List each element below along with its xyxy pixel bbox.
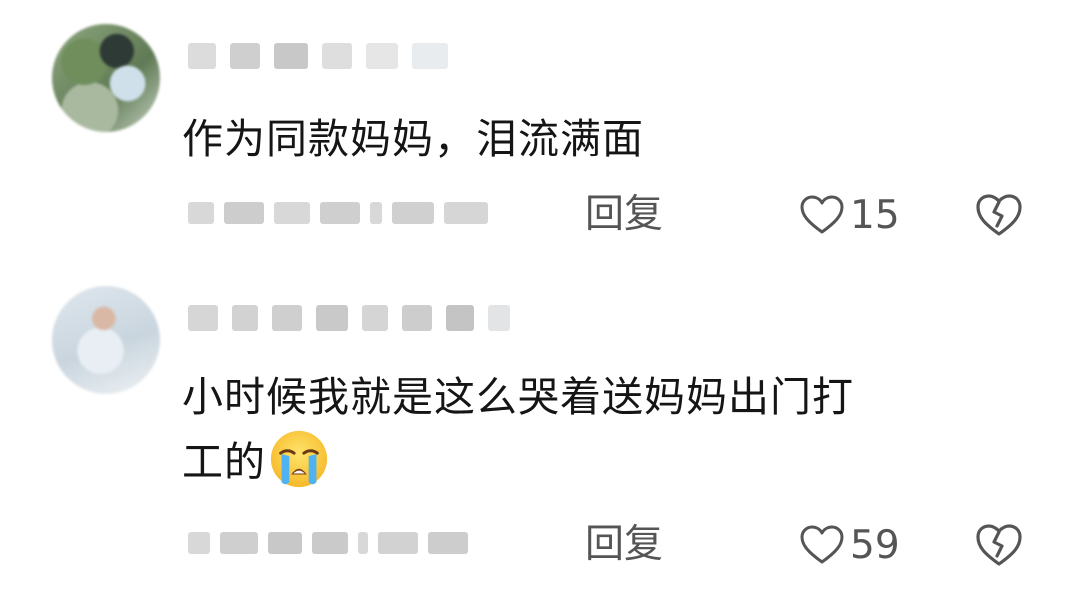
loudly-crying-face-emoji — [270, 430, 328, 488]
blurred-text — [370, 202, 382, 224]
comment-text: 作为同款妈妈，泪流满面 — [182, 115, 644, 163]
like-count: 59 — [850, 522, 900, 568]
timestamp-blurred — [188, 532, 468, 554]
heart-outline-icon — [800, 525, 844, 564]
blurred-text — [362, 305, 388, 331]
reply-button[interactable]: 回复 — [585, 520, 663, 570]
blurred-text — [188, 305, 218, 331]
blurred-text — [268, 532, 302, 554]
dislike-button[interactable] — [975, 522, 1023, 568]
blurred-text — [224, 202, 264, 224]
blurred-text — [188, 43, 216, 69]
blurred-text — [320, 202, 360, 224]
blurred-text — [316, 305, 348, 331]
blurred-text — [392, 202, 434, 224]
blurred-text — [274, 43, 308, 69]
blurred-text — [232, 305, 258, 331]
blurred-text — [446, 305, 474, 331]
blurred-text — [322, 43, 352, 69]
comment-text: 小时候我就是这么哭着送妈妈出门打 工的 — [182, 366, 854, 493]
heart-outline-icon — [800, 195, 844, 234]
broken-heart-icon — [976, 524, 1022, 566]
avatar[interactable] — [52, 24, 160, 132]
blurred-text — [188, 202, 214, 224]
blurred-text — [488, 305, 510, 331]
comment-item: 小时候我就是这么哭着送妈妈出门打 工的 回复 59 — [0, 270, 1080, 595]
comment-item: 作为同款妈妈，泪流满面 回复 15 — [0, 0, 1080, 270]
blurred-text — [428, 532, 468, 554]
comment-actions: 回复 59 — [0, 520, 1080, 570]
reply-button[interactable]: 回复 — [585, 190, 663, 240]
blurred-text — [272, 305, 302, 331]
comment-actions: 回复 15 — [0, 190, 1080, 240]
blurred-text — [402, 305, 432, 331]
avatar[interactable] — [52, 286, 160, 394]
like-button[interactable]: 15 — [800, 190, 900, 240]
blurred-text — [220, 532, 258, 554]
dislike-button[interactable] — [975, 192, 1023, 238]
username-blurred[interactable] — [188, 36, 448, 76]
like-count: 15 — [850, 192, 900, 238]
username-blurred[interactable] — [188, 298, 510, 338]
broken-heart-icon — [976, 194, 1022, 236]
blurred-text — [412, 43, 448, 69]
blurred-text — [444, 202, 488, 224]
timestamp-blurred — [188, 202, 488, 224]
blurred-text — [358, 532, 368, 554]
blurred-text — [312, 532, 348, 554]
blurred-text — [274, 202, 310, 224]
blurred-text — [188, 532, 210, 554]
blurred-text — [230, 43, 260, 69]
blurred-text — [378, 532, 418, 554]
blurred-text — [366, 43, 398, 69]
like-button[interactable]: 59 — [800, 520, 900, 570]
